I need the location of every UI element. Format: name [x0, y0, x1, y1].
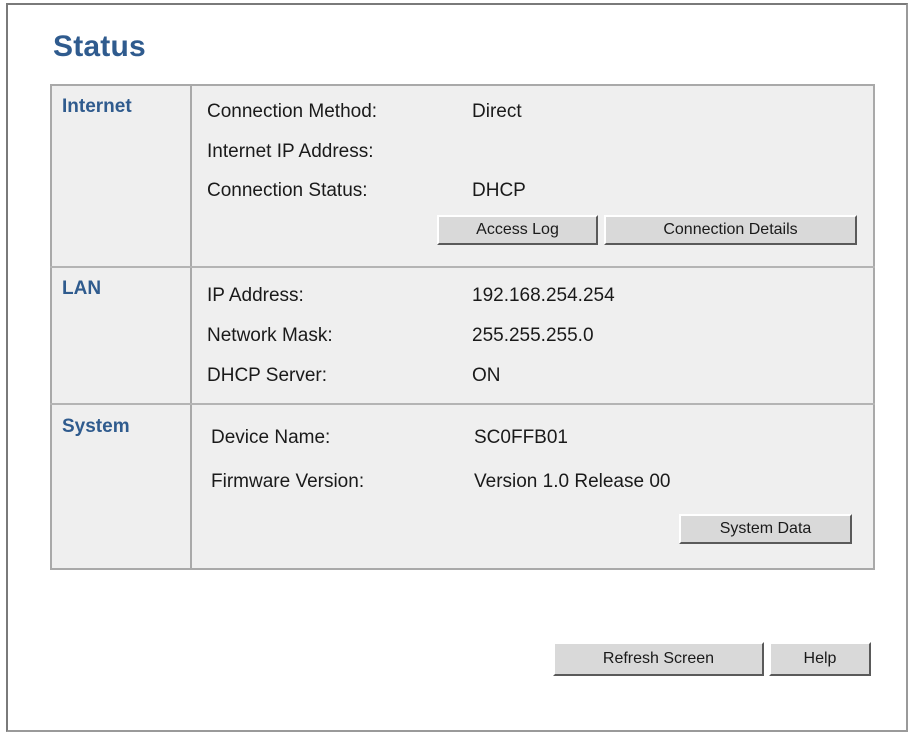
page-title: Status	[53, 30, 146, 63]
firmware-version-label: Firmware Version:	[211, 471, 365, 492]
connection-method-value: Direct	[472, 101, 522, 122]
section-label-internet: Internet	[62, 96, 132, 117]
section-label-system: System	[62, 416, 130, 437]
connection-status-label: Connection Status:	[207, 180, 368, 201]
refresh-screen-button[interactable]: Refresh Screen	[553, 642, 764, 676]
device-name-label: Device Name:	[211, 427, 331, 448]
network-mask-label: Network Mask:	[207, 325, 333, 346]
device-name-value: SC0FFB01	[474, 427, 568, 448]
help-button[interactable]: Help	[769, 642, 871, 676]
connection-status-value: DHCP	[472, 180, 526, 201]
section-divider-lan-system	[50, 403, 875, 405]
connection-details-button[interactable]: Connection Details	[604, 215, 857, 245]
system-data-button[interactable]: System Data	[679, 514, 852, 544]
dhcp-server-label: DHCP Server:	[207, 365, 328, 386]
ip-address-value: 192.168.254.254	[472, 285, 615, 306]
dhcp-server-value: ON	[472, 365, 501, 386]
connection-method-label: Connection Method:	[207, 101, 378, 122]
network-mask-value: 255.255.255.0	[472, 325, 594, 346]
firmware-version-value: Version 1.0 Release 00	[474, 471, 671, 492]
internet-ip-address-label: Internet IP Address:	[207, 141, 374, 162]
section-divider-internet-lan	[50, 266, 875, 268]
section-label-lan: LAN	[62, 278, 102, 299]
access-log-button[interactable]: Access Log	[437, 215, 598, 245]
status-panel	[50, 84, 875, 570]
column-divider	[190, 84, 192, 570]
ip-address-label: IP Address:	[207, 285, 304, 306]
